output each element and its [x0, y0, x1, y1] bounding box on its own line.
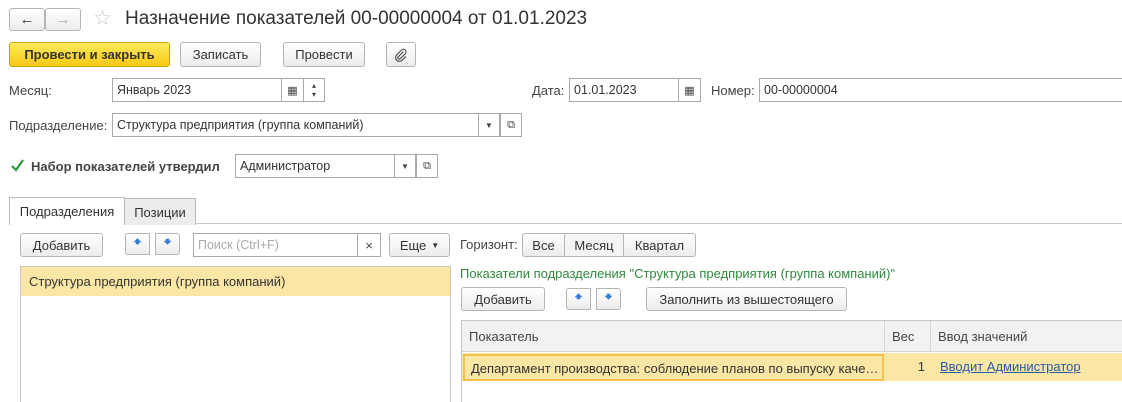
- approved-checkbox[interactable]: [9, 157, 26, 174]
- date-label: Дата:: [532, 83, 565, 98]
- month-stepper[interactable]: ▴ ▾: [303, 78, 325, 102]
- chevron-down-icon: ▼: [431, 240, 440, 250]
- horizon-month-button[interactable]: Месяц: [564, 233, 624, 257]
- month-calendar-button[interactable]: ▦: [281, 78, 304, 102]
- post-button[interactable]: Провести: [283, 42, 365, 67]
- stepper-down-icon[interactable]: ▾: [312, 90, 316, 99]
- number-field[interactable]: 00-00000004: [759, 78, 1122, 102]
- page-title: Назначение показателей 00-00000004 от 01…: [125, 8, 588, 29]
- left-more-button[interactable]: Еще ▼: [389, 233, 450, 257]
- approved-by-open-button[interactable]: ⧉: [416, 154, 438, 178]
- stepper-up-icon[interactable]: ▴: [312, 81, 316, 90]
- month-label: Месяц:: [9, 83, 52, 98]
- arrow-left-icon: ←: [19, 11, 35, 28]
- left-add-button[interactable]: Добавить: [20, 233, 103, 257]
- cell-input-link[interactable]: Вводит Администратор: [940, 359, 1081, 374]
- search-placeholder: Поиск (Ctrl+F): [198, 238, 279, 252]
- left-move-down-button[interactable]: 🠻: [155, 233, 180, 255]
- tab-departments[interactable]: Подразделения: [9, 197, 125, 225]
- save-button[interactable]: Записать: [180, 42, 261, 67]
- left-move-up-button[interactable]: 🠹: [125, 233, 150, 255]
- favorite-star-icon[interactable]: ☆: [93, 6, 112, 31]
- right-add-button[interactable]: Добавить: [461, 287, 545, 311]
- date-calendar-button[interactable]: ▦: [678, 78, 701, 102]
- column-header-indicator[interactable]: Показатель: [462, 321, 885, 352]
- post-and-close-button[interactable]: Провести и закрыть: [9, 42, 170, 67]
- department-open-button[interactable]: ⧉: [500, 113, 522, 137]
- checkmark-icon: [11, 159, 24, 172]
- approved-label: Набор показателей утвердил: [31, 159, 220, 174]
- cell-indicator[interactable]: Департамент производства: соблюдение пла…: [463, 354, 884, 381]
- left-search-clear-button[interactable]: ×: [357, 233, 381, 257]
- open-icon: ⧉: [423, 159, 431, 172]
- arrow-down-icon: 🠻: [163, 234, 172, 249]
- back-button[interactable]: ←: [9, 8, 45, 31]
- department-field[interactable]: Структура предприятия (группа компаний): [112, 113, 479, 137]
- approved-by-dropdown-button[interactable]: ▼: [394, 154, 416, 178]
- calendar-icon: ▦: [287, 84, 298, 97]
- horizon-label: Горизонт:: [460, 237, 518, 252]
- indicators-caption: Показатели подразделения "Структура пред…: [460, 266, 896, 281]
- department-dropdown-button[interactable]: ▼: [478, 113, 500, 137]
- right-move-up-button[interactable]: 🠹: [566, 288, 591, 310]
- fill-from-parent-button[interactable]: Заполнить из вышестоящего: [646, 287, 847, 311]
- paperclip-icon: [394, 48, 407, 62]
- arrow-down-icon: 🠻: [604, 289, 613, 304]
- list-item[interactable]: Структура предприятия (группа компаний): [21, 267, 450, 296]
- forward-button[interactable]: →: [45, 8, 81, 31]
- month-field[interactable]: Январь 2023: [112, 78, 282, 102]
- open-icon: ⧉: [507, 118, 515, 131]
- approved-by-field[interactable]: Администратор: [235, 154, 395, 178]
- arrow-right-icon: →: [55, 11, 71, 28]
- calendar-icon: ▦: [684, 84, 695, 97]
- clear-icon: ×: [365, 237, 373, 253]
- number-label: Номер:: [711, 83, 755, 98]
- horizon-quarter-button[interactable]: Квартал: [623, 233, 696, 257]
- arrow-up-icon: 🠹: [574, 289, 583, 304]
- attach-button[interactable]: [386, 42, 416, 67]
- column-header-input[interactable]: Ввод значений: [931, 321, 1122, 352]
- chevron-down-icon: ▼: [485, 120, 493, 130]
- cell-weight[interactable]: 1: [885, 359, 925, 374]
- more-label: Еще: [399, 237, 427, 253]
- horizon-all-button[interactable]: Все: [522, 233, 565, 257]
- right-move-down-button[interactable]: 🠻: [596, 288, 621, 310]
- column-header-weight[interactable]: Вес: [885, 321, 931, 352]
- tabs-baseline: [124, 223, 1122, 224]
- department-label: Подразделение:: [9, 118, 108, 133]
- chevron-down-icon: ▼: [401, 161, 409, 171]
- tab-positions[interactable]: Позиции: [124, 198, 196, 225]
- left-search-input[interactable]: Поиск (Ctrl+F): [193, 233, 358, 257]
- arrow-up-icon: 🠹: [133, 234, 142, 249]
- date-field[interactable]: 01.01.2023: [569, 78, 679, 102]
